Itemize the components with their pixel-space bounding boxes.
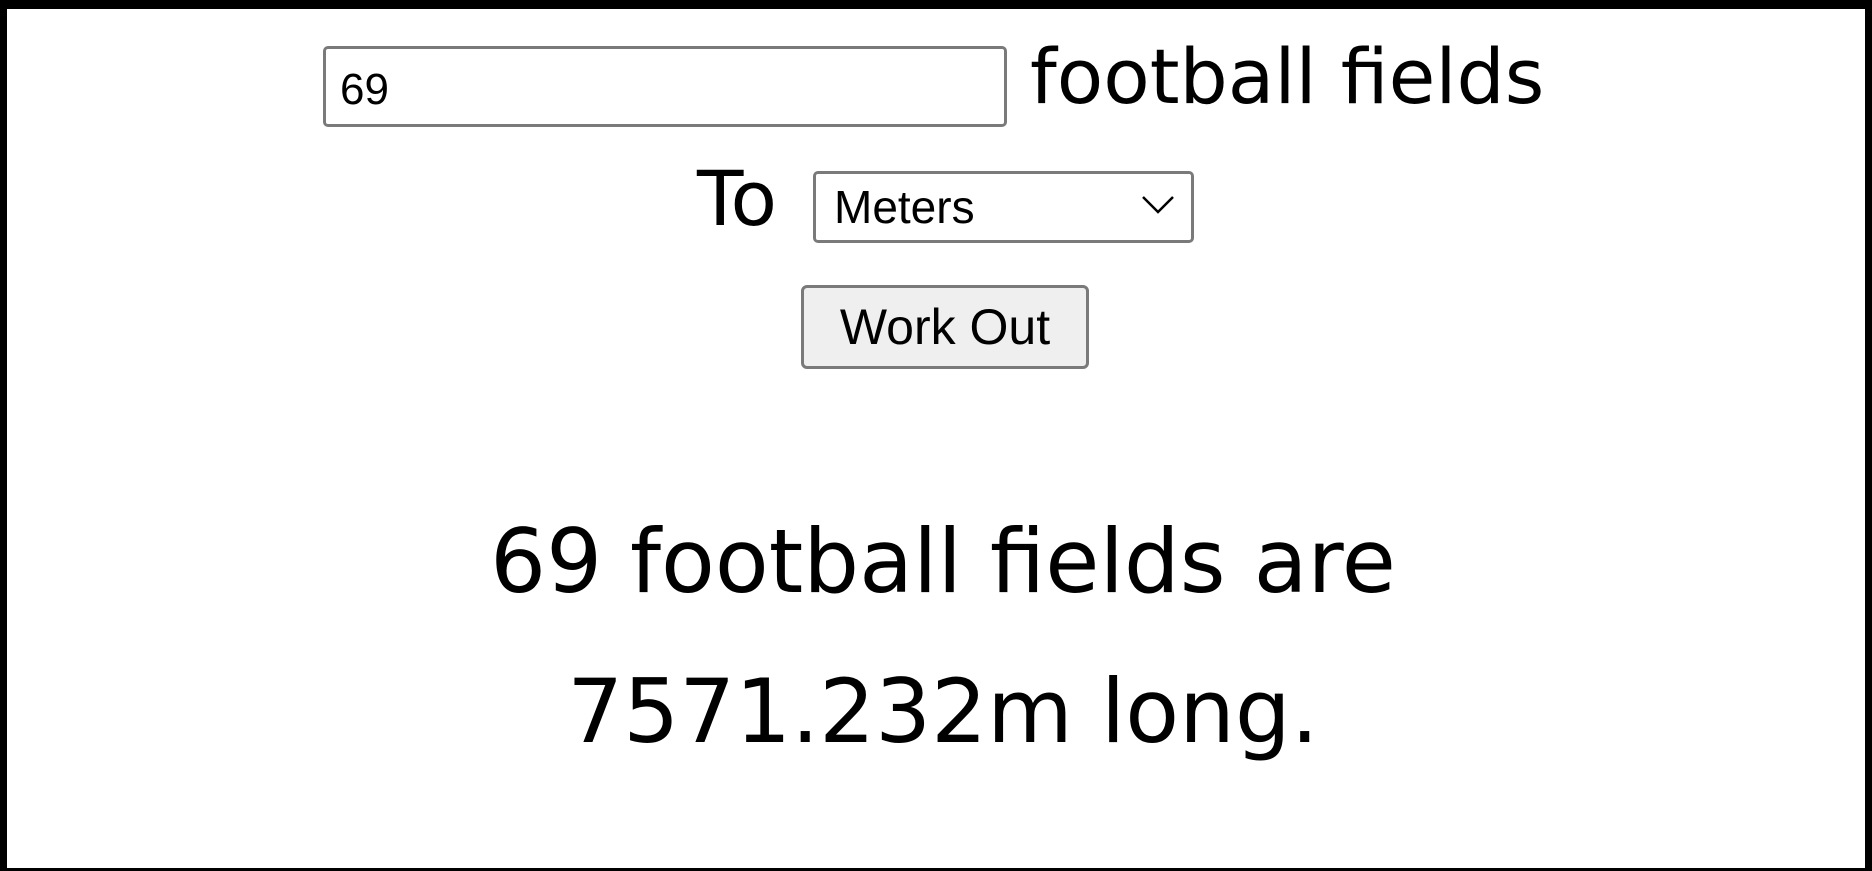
chevron-down-icon [1142,196,1174,214]
to-unit-select[interactable]: Meters [813,171,1194,243]
result-text: 69 football fields are 7571.232m long. [7,487,1872,787]
page-frame: football fields To Meters Work Out 69 fo… [0,0,1872,871]
quantity-input[interactable] [323,46,1007,127]
result-line-1: 69 football fields are [490,510,1396,613]
to-unit-selected-value: Meters [834,181,975,233]
work-out-button[interactable]: Work Out [801,285,1089,369]
from-unit-label: football fields [1030,32,1545,121]
to-label: To [697,154,778,243]
result-line-2: 7571.232m long. [567,660,1319,763]
